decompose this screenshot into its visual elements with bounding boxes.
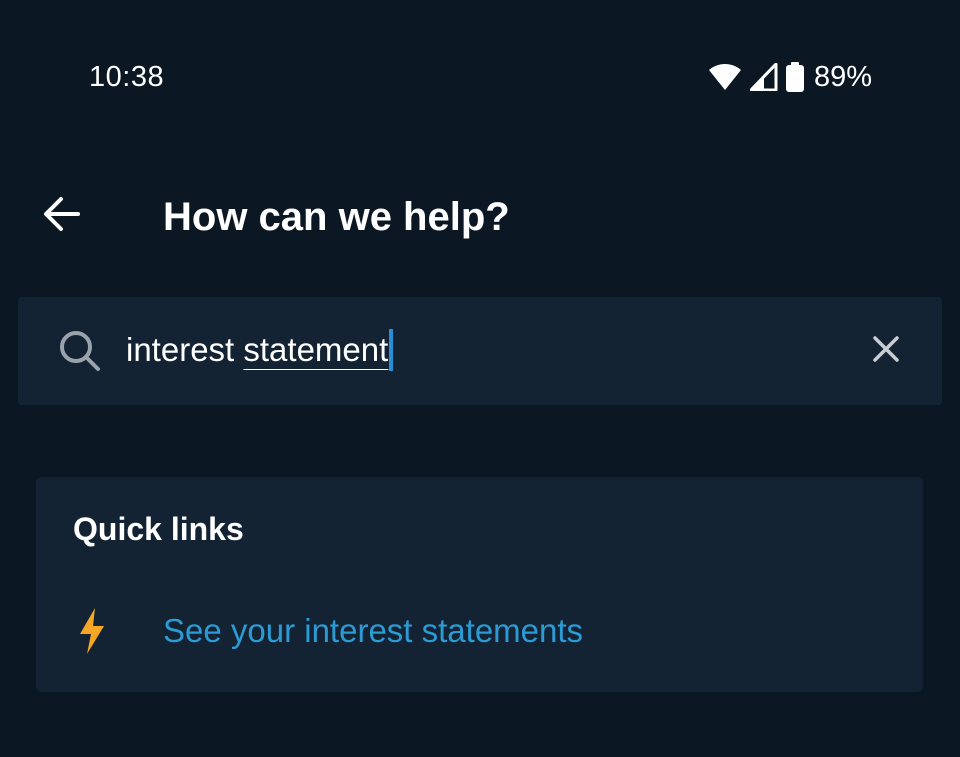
- page-title: How can we help?: [163, 195, 510, 239]
- search-icon: [58, 329, 102, 373]
- search-box[interactable]: interest statement: [18, 297, 942, 405]
- quick-links-card: Quick links See your interest statements: [36, 477, 923, 692]
- quick-link-label: See your interest statements: [163, 612, 584, 649]
- help-screen: 10:38 89% How can we help? interest stat…: [0, 0, 960, 757]
- search-input-text: interest: [126, 331, 244, 368]
- back-button[interactable]: [36, 190, 88, 242]
- search-input[interactable]: interest statement: [126, 327, 826, 373]
- search-input-composing-text: statement: [243, 331, 389, 368]
- status-indicators: 89%: [708, 58, 872, 96]
- quick-links-title: Quick links: [73, 511, 244, 547]
- battery-percentage: 89%: [813, 61, 872, 93]
- arrow-left-icon: [42, 194, 82, 239]
- text-caret: [389, 329, 394, 371]
- lightning-bolt-icon: [72, 607, 112, 655]
- wifi-icon: [708, 63, 742, 91]
- clear-search-button[interactable]: [864, 329, 908, 373]
- status-time: 10:38: [89, 61, 165, 93]
- cell-signal-icon: [749, 63, 778, 91]
- close-icon: [873, 335, 899, 367]
- quick-link-interest-statements[interactable]: See your interest statements: [72, 603, 872, 659]
- battery-icon: [785, 62, 804, 92]
